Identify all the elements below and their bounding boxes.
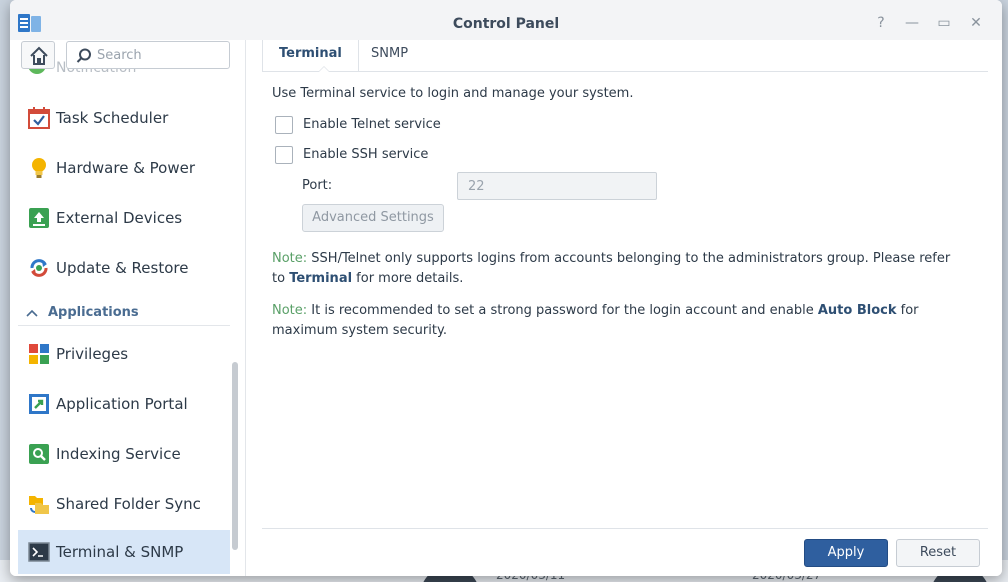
control-panel-window: Control Panel ? — ▭ ✕ Notification Searc… [10, 0, 1002, 576]
port-value: 22 [468, 179, 485, 194]
reset-button[interactable]: Reset [896, 539, 980, 567]
apply-button[interactable]: Apply [804, 539, 888, 567]
note-ssh-telnet: Note: SSH/Telnet only supports logins fr… [272, 249, 962, 289]
bulb-icon [32, 158, 46, 178]
sidebar-item-shared-folder-sync[interactable]: Shared Folder Sync [18, 482, 230, 526]
port-label: Port: [302, 178, 333, 193]
sidebar-item-label: Update & Restore [56, 259, 189, 277]
home-icon [30, 46, 48, 65]
advanced-settings-button[interactable]: Advanced Settings [302, 204, 444, 232]
upload-icon [29, 208, 49, 228]
port-field[interactable]: 22 [457, 172, 657, 200]
sidebar-item-label: Privileges [56, 345, 129, 363]
sidebar-item-label: Hardware & Power [56, 159, 196, 177]
folder-sync-icon [29, 496, 49, 514]
section-applications[interactable]: Applications [18, 302, 230, 326]
sidebar-item-external-devices[interactable]: External Devices [18, 196, 230, 240]
minimize-icon[interactable]: — [903, 14, 921, 32]
tab-snmp[interactable]: SNMP [355, 40, 424, 72]
title-bar[interactable]: Control Panel ? — ▭ ✕ [10, 0, 1002, 40]
telnet-checkbox[interactable] [275, 116, 293, 134]
tab-bar: Terminal SNMP [262, 40, 988, 72]
sidebar-item-label: Terminal & SNMP [56, 543, 184, 561]
terminal-link[interactable]: Terminal [289, 271, 352, 286]
sidebar-item-label: Task Scheduler [56, 109, 169, 127]
chevron-up-icon [26, 309, 38, 317]
note-text: It is recommended to set a strong passwo… [307, 303, 818, 318]
note-password: Note: It is recommended to set a strong … [272, 301, 962, 341]
sidebar-item-label: Shared Folder Sync [56, 495, 201, 513]
sidebar-item-task-scheduler[interactable]: Task Scheduler [18, 96, 230, 140]
sidebar-item-privileges[interactable]: Privileges [18, 332, 230, 376]
sidebar-item-application-portal[interactable]: Application Portal [18, 382, 230, 426]
telnet-label: Enable Telnet service [303, 117, 441, 132]
terminal-icon [28, 542, 50, 562]
sidebar-item-label: External Devices [56, 209, 183, 227]
sidebar-item-terminal-snmp[interactable]: Terminal & SNMP [18, 530, 230, 574]
search-icon [76, 48, 91, 63]
tab-terminal[interactable]: Terminal [262, 40, 359, 72]
terminal-intro: Use Terminal service to login and manage… [272, 86, 634, 101]
note-label: Note: [272, 303, 308, 318]
sidebar-item-indexing-service[interactable]: Indexing Service [18, 432, 230, 476]
search-placeholder: Search [97, 48, 142, 63]
window-title: Control Panel [452, 16, 560, 32]
maximize-icon[interactable]: ▭ [935, 14, 953, 32]
close-icon[interactable]: ✕ [967, 14, 985, 32]
home-button[interactable] [21, 41, 55, 69]
main-panel: Terminal SNMP Use Terminal service to lo… [246, 40, 1002, 576]
task-scheduler-icon [28, 107, 50, 129]
privileges-icon [29, 344, 49, 364]
auto-block-link[interactable]: Auto Block [818, 303, 897, 318]
sidebar-item-label: Application Portal [56, 395, 188, 413]
search-input[interactable]: Search [66, 41, 230, 69]
footer-divider [262, 528, 988, 529]
sidebar-item-update-restore[interactable]: Update & Restore [18, 246, 230, 290]
update-icon [30, 259, 48, 277]
sidebar-scrollbar[interactable] [232, 362, 238, 550]
indexing-icon [29, 444, 49, 464]
sidebar-item-label: Indexing Service [56, 445, 181, 463]
ssh-checkbox[interactable] [275, 146, 293, 164]
sidebar: Notification Search Task Schedule [10, 40, 246, 576]
note-label: Note: [272, 251, 308, 266]
ssh-label: Enable SSH service [303, 147, 429, 162]
section-label: Applications [48, 305, 139, 320]
sidebar-item-hardware-power[interactable]: Hardware & Power [18, 146, 230, 190]
help-icon[interactable]: ? [872, 14, 890, 32]
portal-icon [29, 394, 49, 414]
note-text: for more details. [352, 271, 464, 286]
